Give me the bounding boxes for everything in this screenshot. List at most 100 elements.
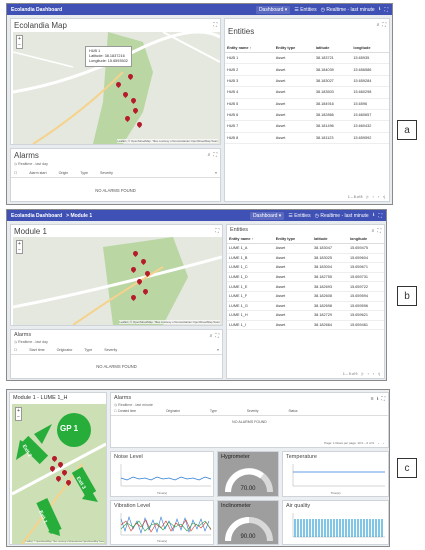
filter-icon[interactable]: ≡: [217, 348, 219, 352]
table-row[interactable]: LUME 1_I Asset 38.182664 15.659461: [227, 320, 384, 331]
fullscreen-icon[interactable]: ⛶: [378, 213, 382, 219]
table-row[interactable]: LUME 1_G Asset 38.182698 15.659596: [227, 301, 384, 312]
col-type[interactable]: Type: [84, 348, 92, 352]
zoom-out-button[interactable]: −: [16, 414, 21, 420]
prev-page-icon[interactable]: ‹: [378, 441, 379, 445]
last-page-icon[interactable]: ›|: [378, 372, 380, 376]
col-originator[interactable]: Originator: [57, 348, 73, 352]
col-severity[interactable]: Severity: [100, 171, 113, 175]
search-icon[interactable]: ⌕: [372, 228, 375, 234]
vibration-level-title: Vibration Level: [114, 503, 151, 509]
map-view[interactable]: + − Leaflet | © OpenStreetMap. Tiles cour…: [13, 237, 222, 325]
table-row[interactable]: HUB 2 Asset 38.184039 15.656586: [225, 63, 389, 76]
fullscreen-icon[interactable]: ⛶: [213, 152, 217, 158]
table-row[interactable]: HUB 1 Asset 38.183721 15.65935: [225, 52, 389, 65]
zoom-control[interactable]: + −: [16, 240, 23, 254]
col-type[interactable]: Type: [80, 171, 88, 175]
map-view[interactable]: GP 1 Exit 2 Exit 3 Exit 1 + − Leaflet | ©…: [12, 404, 106, 544]
filter-icon[interactable]: ≡: [371, 396, 374, 404]
fullscreen-icon[interactable]: ⛶: [377, 228, 381, 234]
table-row[interactable]: HUB 7 Asset 38.181496 15.660432: [225, 120, 389, 133]
col-latitude[interactable]: latitude: [313, 44, 352, 53]
entities-button[interactable]: ☰ Entities: [294, 7, 316, 13]
noise-level-title: Noise Level: [114, 454, 143, 460]
select-all-checkbox[interactable]: ☐: [14, 171, 17, 175]
dashboard-select[interactable]: Dashboard ▾: [255, 5, 291, 14]
zoom-control[interactable]: + −: [16, 35, 23, 49]
fullscreen-icon[interactable]: ⛶: [213, 22, 217, 28]
first-page-icon[interactable]: |‹: [367, 195, 369, 199]
table-row[interactable]: HUB 8 Asset 38.181123 15.659592: [225, 132, 389, 145]
table-row[interactable]: HUB 3 Asset 38.183027 15.659284: [225, 75, 389, 88]
col-severity[interactable]: Severity: [104, 348, 117, 352]
next-page-icon[interactable]: ›: [373, 372, 374, 376]
search-icon[interactable]: ⌕: [210, 333, 213, 339]
table-cell: LUME 1_E: [227, 281, 274, 292]
realtime-button[interactable]: ◷ Realtime - last minute: [321, 7, 375, 13]
col-longitude[interactable]: longitude: [348, 235, 384, 244]
col-latitude[interactable]: latitude: [312, 235, 348, 244]
air-quality-chart: [292, 513, 385, 538]
col-alarm-start[interactable]: Alarm start: [29, 171, 46, 175]
next-page-icon[interactable]: ›: [378, 195, 379, 199]
vibration-level-widget: Vibration Level Time(s): [110, 500, 214, 545]
col-originator[interactable]: Originator: [166, 409, 180, 413]
table-cell: 38.181123: [313, 132, 352, 145]
realtime-button[interactable]: ◷ Realtime - last minute: [315, 213, 369, 219]
zoom-out-button[interactable]: −: [17, 247, 22, 253]
fullscreen-icon[interactable]: ⛶: [215, 228, 219, 234]
table-row[interactable]: LUME 1_F Asset 38.182608 15.659594: [227, 291, 384, 302]
table-row[interactable]: LUME 1_E Asset 38.182693 15.659722: [227, 281, 384, 292]
select-all-checkbox[interactable]: ☐ Created time: [114, 409, 136, 413]
select-all-checkbox[interactable]: ☐: [14, 348, 17, 352]
dashboard-select[interactable]: Dashboard ▾: [249, 211, 285, 220]
col-origin[interactable]: Origin: [59, 171, 69, 175]
fullscreen-icon[interactable]: ⛶: [382, 22, 386, 28]
col-status[interactable]: Status: [288, 409, 297, 413]
col-type[interactable]: Type: [210, 409, 217, 413]
breadcrumb[interactable]: > Module 1: [66, 213, 92, 219]
dashboard-select-label: Dashboard: [252, 212, 278, 219]
fullscreen-icon[interactable]: ⛶: [215, 333, 219, 339]
table-row[interactable]: HUB 6 Asset 38.182866 15.660657: [225, 109, 389, 122]
fullscreen-icon[interactable]: ⛶: [381, 396, 385, 404]
col-severity[interactable]: Severity: [247, 409, 259, 413]
zoom-control[interactable]: + −: [15, 407, 22, 421]
entities-button[interactable]: ☰ Entities: [288, 213, 310, 219]
entities-table: Entity name ↑ Entity type latitude longi…: [225, 44, 389, 145]
noise-xlabel: Time(s): [156, 491, 168, 495]
alarms-title: Alarms: [14, 151, 39, 160]
col-entity-name[interactable]: Entity name ↑: [225, 44, 274, 53]
table-row[interactable]: LUME 1_D Asset 38.182755 15.659731: [227, 272, 384, 283]
prev-page-icon[interactable]: ‹: [373, 195, 374, 199]
fullscreen-icon[interactable]: ⛶: [384, 7, 388, 13]
download-icon[interactable]: ⭳: [373, 212, 375, 220]
map-card: Ecolandia Map ⛶ + − HUB 1 Latitude: 38.18…: [10, 18, 221, 145]
search-icon[interactable]: ⌕: [208, 152, 211, 158]
prev-page-icon[interactable]: ‹: [368, 372, 369, 376]
download-icon[interactable]: ⭳: [379, 6, 381, 14]
next-page-icon[interactable]: ›: [383, 441, 384, 445]
col-entity-name-label: Entity name: [229, 237, 251, 241]
table-cell: 38.183721: [313, 52, 352, 65]
table-row[interactable]: HUB 4 Asset 38.183503 15.660298: [225, 86, 389, 99]
col-longitude[interactable]: longitude: [351, 44, 389, 53]
top-bar: Ecolandia Dashboard Dashboard ▾ ☰ Entiti…: [7, 4, 392, 15]
last-page-icon[interactable]: ›|: [383, 195, 385, 199]
table-row[interactable]: LUME 1_H Asset 38.182729 15.659621: [227, 310, 384, 321]
first-page-icon[interactable]: |‹: [362, 372, 364, 376]
col-entity-type[interactable]: Entity type: [273, 44, 314, 53]
map-card: Module 1 ⛶ + − Leaflet | © OpenStreetMap.…: [10, 224, 223, 326]
download-icon[interactable]: ⭳: [377, 396, 379, 404]
table-row[interactable]: HUB 5 Asset 38.184916 15.6596: [225, 98, 389, 110]
table-row[interactable]: LUME 1_C Asset 38.183004 15.659671: [227, 262, 384, 273]
col-start-time[interactable]: Start time: [29, 348, 44, 352]
map-view[interactable]: + − HUB 1 Latitude: 38.1837216 Longitude:…: [13, 32, 220, 144]
table-row[interactable]: LUME 1_B Asset 38.183025 15.659604: [227, 253, 384, 264]
col-entity-name[interactable]: Entity name ↑: [227, 235, 274, 244]
zoom-out-button[interactable]: −: [17, 42, 22, 48]
table-row[interactable]: LUME 1_A Asset 38.183047 15.659475: [227, 243, 384, 254]
filter-icon[interactable]: ≡: [215, 171, 217, 175]
search-icon[interactable]: ⌕: [377, 22, 380, 28]
col-entity-type[interactable]: Entity type: [273, 235, 313, 244]
